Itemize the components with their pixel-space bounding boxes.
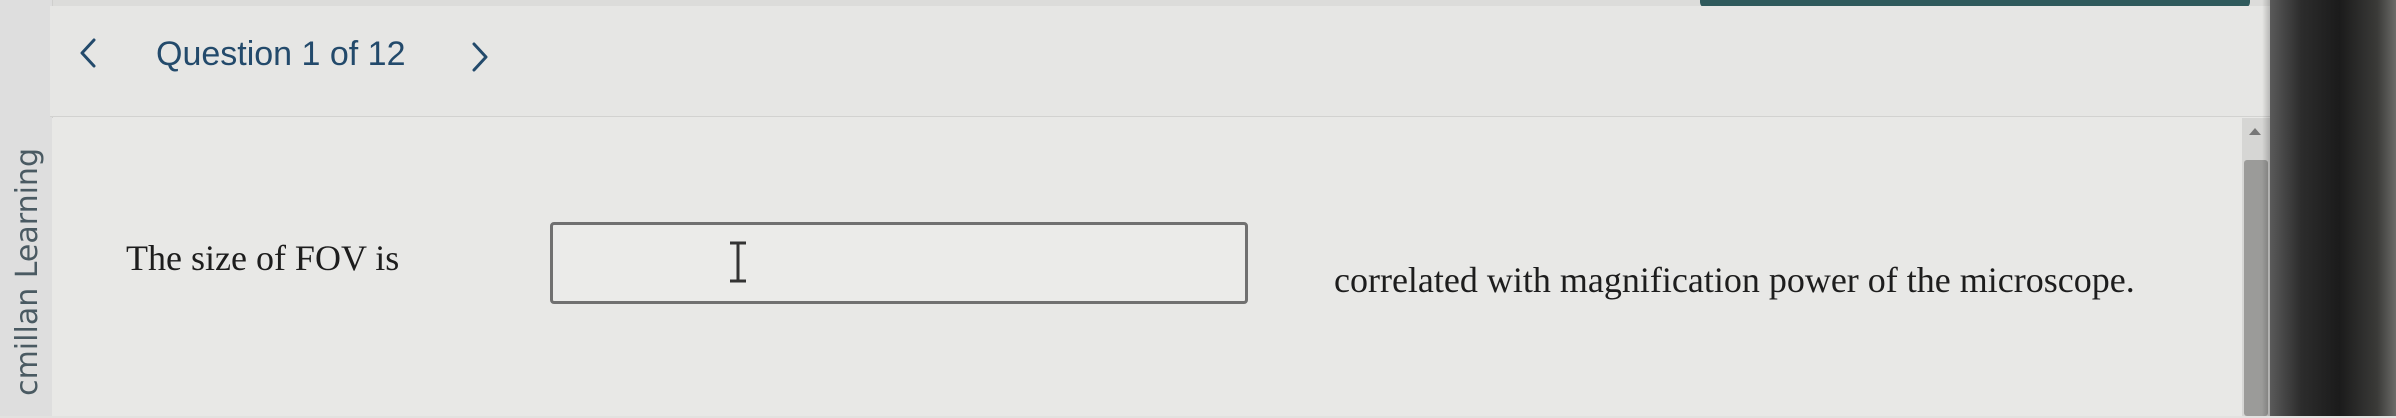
- monitor-bezel: [2270, 0, 2396, 416]
- text-cursor-icon: [730, 241, 746, 283]
- question-counter: Question 1 of 12: [156, 35, 406, 73]
- chevron-left-icon: [80, 38, 96, 68]
- question-text-before: The size of FOV is: [126, 238, 400, 278]
- answer-input[interactable]: [550, 222, 1248, 304]
- prev-question-button[interactable]: [70, 28, 106, 78]
- left-rail: cmillan Learning: [0, 0, 53, 416]
- chevron-right-icon: [472, 42, 488, 72]
- question-text-after: correlated with magnification power of t…: [1334, 260, 2135, 300]
- next-question-button[interactable]: [462, 32, 498, 82]
- brand-label: cmillan Learning: [10, 148, 45, 396]
- scroll-up-arrow-icon[interactable]: [2249, 128, 2261, 135]
- app-window: cmillan Learning Question 1 of 12 The si…: [0, 0, 2272, 416]
